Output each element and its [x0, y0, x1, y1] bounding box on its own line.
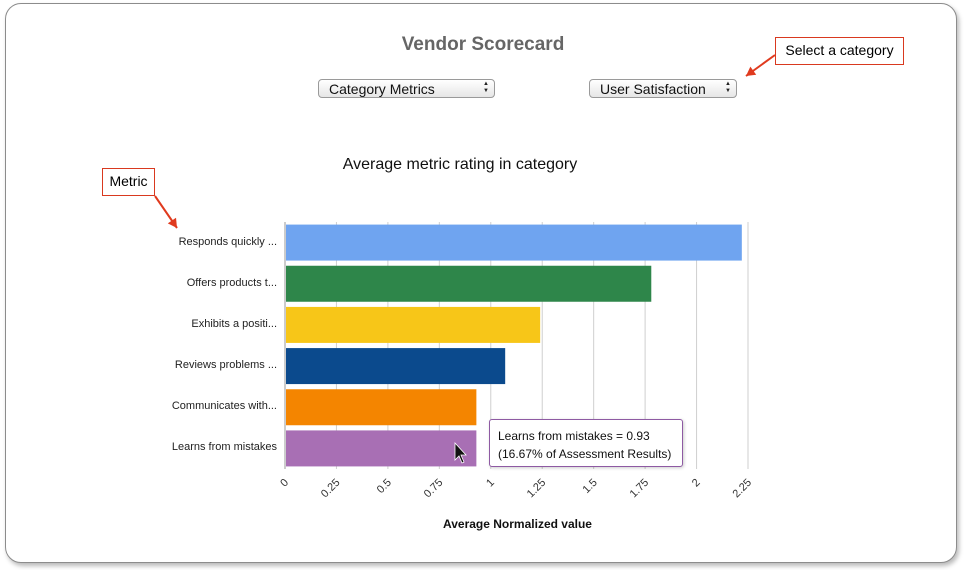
chart-tooltip: Learns from mistakes = 0.93 (16.67% of A…: [489, 419, 683, 467]
tooltip-line-value: Learns from mistakes = 0.93: [498, 429, 650, 443]
x-tick-label: 0: [278, 477, 291, 490]
callout-arrowhead: [167, 217, 177, 228]
bar-chart: 0 0.25 0.5 0.75 1 1.25 1.5 1.75 2 2.25: [154, 54, 776, 501]
bar[interactable]: [286, 265, 652, 302]
x-tick-label: 1.5: [580, 477, 599, 496]
x-tick-label: 0.25: [319, 477, 343, 501]
x-axis-title: Average Normalized value: [443, 517, 592, 531]
bar[interactable]: [286, 430, 477, 467]
x-tick-label: 1.75: [628, 477, 652, 501]
bar[interactable]: [286, 306, 541, 343]
x-tick-label: 1: [484, 477, 497, 490]
x-tick-label: 0.75: [422, 477, 446, 501]
callout-arrowhead: [746, 66, 757, 76]
x-tick-label: 2.25: [730, 477, 754, 501]
bar[interactable]: [286, 348, 506, 385]
tooltip-line-percent: (16.67% of Assessment Results): [498, 447, 672, 461]
bar[interactable]: [286, 224, 742, 261]
x-tick-label: 0.5: [375, 477, 394, 496]
x-tick-label: 2: [690, 477, 703, 490]
bar[interactable]: [286, 389, 477, 426]
x-tick-label: 1.25: [525, 477, 549, 501]
